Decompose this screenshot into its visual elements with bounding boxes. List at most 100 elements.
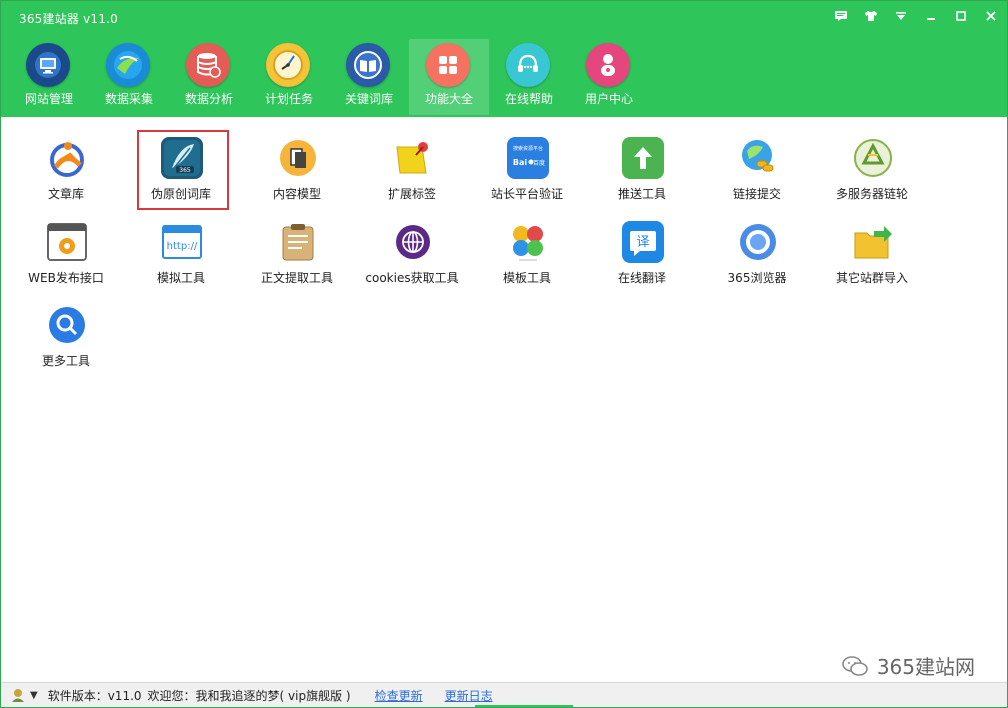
tool-label: 多服务器链轮 xyxy=(835,187,908,201)
tool-label: WEB发布接口 xyxy=(28,271,104,285)
article-library-icon xyxy=(46,137,88,179)
clock-icon xyxy=(266,43,310,87)
book-icon xyxy=(346,43,390,87)
browser-gear-icon xyxy=(46,221,88,263)
update-log-link[interactable]: 更新日志 xyxy=(445,687,493,704)
tool-pseudo-original-lexicon[interactable]: 365 伪原创词库 xyxy=(126,131,236,209)
translate-glyph: 译 xyxy=(636,235,649,250)
tool-label: 模拟工具 xyxy=(156,271,205,285)
toolbar-label: 网站管理 xyxy=(24,92,73,106)
toolbar-scheduled-tasks[interactable]: 计划任务 xyxy=(249,39,329,115)
toolbar-label: 计划任务 xyxy=(264,92,313,106)
translate-icon: 译 xyxy=(622,221,664,263)
pushpin-note-icon xyxy=(392,137,434,179)
tool-other-import[interactable]: 其它站群导入 xyxy=(817,215,927,293)
headset-icon xyxy=(506,43,550,87)
tool-webmaster-verify[interactable]: 搜索资源平台 Bai 百度 站长平台验证 xyxy=(472,131,582,209)
tool-text-extract[interactable]: 正文提取工具 xyxy=(242,215,352,293)
watermark: 365建站网 xyxy=(841,651,975,680)
tool-365-browser[interactable]: 365浏览器 xyxy=(702,215,812,293)
minimize-icon[interactable] xyxy=(923,8,939,24)
apps-grid-icon xyxy=(426,43,470,87)
tool-content-model[interactable]: 内容模型 xyxy=(242,131,352,209)
globe-link-icon xyxy=(737,137,779,179)
tool-extended-tags[interactable]: 扩展标签 xyxy=(357,131,467,209)
menu-dropdown-icon[interactable] xyxy=(893,8,909,24)
http-text: http:// xyxy=(167,241,198,252)
browser-ring-icon xyxy=(737,221,779,263)
feature-grid: 文章库 365 伪原创词库 内容模型 扩展标签 搜索资源平台 Bai 百度 站长平台… xyxy=(2,117,1006,685)
tool-label: 正文提取工具 xyxy=(260,271,333,285)
clipboard-icon xyxy=(277,221,319,263)
content-model-icon xyxy=(277,137,319,179)
tool-label: 推送工具 xyxy=(617,187,666,201)
user-avatar-icon[interactable] xyxy=(9,687,27,703)
pen-badge-text: 365 xyxy=(179,167,191,174)
tool-cookies[interactable]: cookies获取工具 xyxy=(357,215,467,293)
toolbar-all-features[interactable]: 功能大全 xyxy=(409,39,489,115)
tool-link-submit[interactable]: 链接提交 xyxy=(702,131,812,209)
toolbar-website-manage[interactable]: 网站管理 xyxy=(9,39,89,115)
tool-label: 更多工具 xyxy=(41,354,90,368)
tool-online-translate[interactable]: 译 在线翻译 xyxy=(587,215,697,293)
skin-shirt-icon[interactable] xyxy=(863,8,879,24)
search-magnifier-icon xyxy=(46,304,88,346)
window-controls xyxy=(833,8,999,24)
toolbar-label: 关键词库 xyxy=(344,92,393,106)
tool-web-publish-api[interactable]: WEB发布接口 xyxy=(11,215,121,293)
check-update-link[interactable]: 检查更新 xyxy=(375,687,423,704)
watermark-text: 365建站网 xyxy=(876,655,975,679)
message-icon[interactable] xyxy=(833,8,849,24)
tool-more[interactable]: 更多工具 xyxy=(11,298,121,376)
tool-article-library[interactable]: 文章库 xyxy=(11,131,121,209)
baidu-brand-text: Bai xyxy=(513,158,527,167)
wechat-icon xyxy=(841,654,869,678)
toolbar-label: 数据分析 xyxy=(184,92,233,106)
tool-label: 文章库 xyxy=(47,187,84,201)
feather-pen-icon: 365 xyxy=(161,137,203,179)
recycle-chain-icon xyxy=(852,137,894,179)
toolbar-data-collect[interactable]: 数据采集 xyxy=(89,39,169,115)
toolbar-label: 数据采集 xyxy=(104,92,153,106)
toolbar-label: 功能大全 xyxy=(424,92,473,106)
status-bar: ▼ 软件版本：v11.0 欢迎您：我和我追逐的梦( vip旗舰版 ) 检查更新 … xyxy=(1,682,1007,707)
tool-push[interactable]: 推送工具 xyxy=(587,131,697,209)
tool-template[interactable]: 模板工具 xyxy=(472,215,582,293)
folder-arrow-icon xyxy=(852,221,894,263)
tool-label: cookies获取工具 xyxy=(365,271,459,285)
tool-multi-server-chain[interactable]: 多服务器链轮 xyxy=(817,131,927,209)
tool-label: 内容模型 xyxy=(272,187,321,201)
baidu-icon: 搜索资源平台 Bai 百度 xyxy=(507,137,549,179)
tool-simulation[interactable]: http:// 模拟工具 xyxy=(126,215,236,293)
main-toolbar: 网站管理 数据采集 数据分析 计划任务 关键词库 功能大全 在线帮助 用户中心 xyxy=(9,39,649,117)
tool-label: 扩展标签 xyxy=(387,187,436,201)
toolbar-data-analysis[interactable]: 数据分析 xyxy=(169,39,249,115)
globe-swirl-icon xyxy=(106,43,150,87)
welcome-text: 欢迎您：我和我追逐的梦( vip旗舰版 ) xyxy=(147,688,351,703)
tool-label: 其它站群导入 xyxy=(835,271,908,285)
toolbar-label: 用户中心 xyxy=(584,92,633,106)
user-icon xyxy=(586,43,630,87)
petals-icon xyxy=(507,221,549,263)
baidu-top-text: 搜索资源平台 xyxy=(513,145,543,152)
toolbar-user-center[interactable]: 用户中心 xyxy=(569,39,649,115)
toolbar-keyword-library[interactable]: 关键词库 xyxy=(329,39,409,115)
monitor-icon xyxy=(26,43,70,87)
tool-label: 站长平台验证 xyxy=(490,187,563,201)
database-icon xyxy=(186,43,230,87)
toolbar-online-help[interactable]: 在线帮助 xyxy=(489,39,569,115)
maximize-icon[interactable] xyxy=(953,8,969,24)
globe-dark-icon xyxy=(392,221,434,263)
title-toolbar-area: 365建站器 v11.0 网站管理 数据采集 数据分析 计划任务 关键词库 功能… xyxy=(1,1,1007,117)
arrow-up-icon xyxy=(622,137,664,179)
baidu-brand2-text: 百度 xyxy=(533,159,545,167)
http-window-icon: http:// xyxy=(161,221,203,263)
version-text: 软件版本：v11.0 xyxy=(47,688,142,703)
close-icon[interactable] xyxy=(983,8,999,24)
chevron-down-icon[interactable]: ▼ xyxy=(30,690,38,701)
app-window: 365建站器 v11.0 网站管理 数据采集 数据分析 计划任务 关键词库 功能… xyxy=(0,0,1008,708)
window-title: 365建站器 v11.0 xyxy=(19,12,118,26)
tool-label: 伪原创词库 xyxy=(150,187,211,201)
tool-label: 在线翻译 xyxy=(617,271,666,285)
tool-label: 365浏览器 xyxy=(727,271,787,285)
